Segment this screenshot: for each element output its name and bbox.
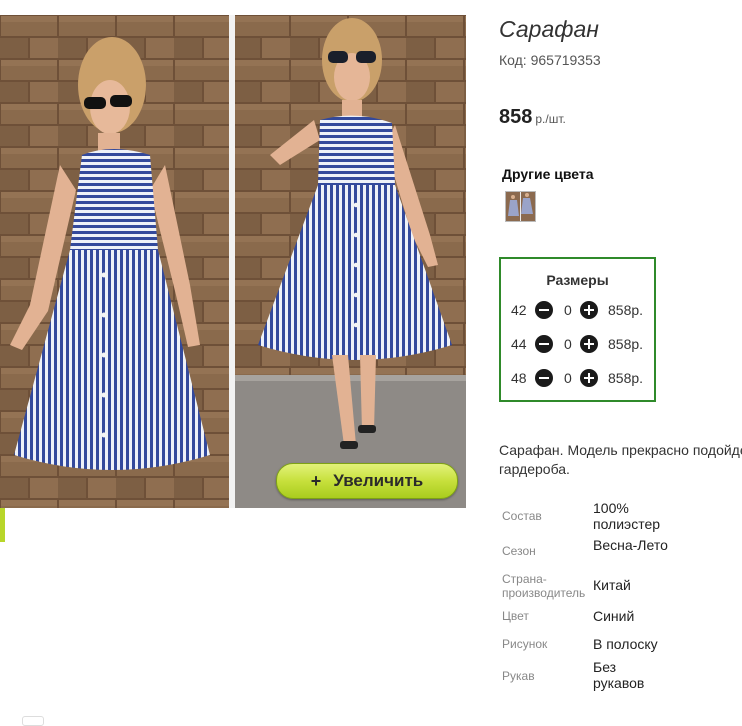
- increase-quantity-icon[interactable]: [580, 301, 598, 319]
- size-price: 858р.: [608, 302, 644, 318]
- spec-value: 100% полиэстер: [593, 500, 661, 532]
- product-code: Код: 965719353: [499, 52, 601, 68]
- increase-quantity-icon[interactable]: [580, 369, 598, 387]
- description-line: гардероба.: [499, 461, 570, 477]
- product-image: [0, 15, 466, 508]
- spec-label: Цвет: [502, 609, 529, 623]
- size-value: 44: [511, 336, 527, 352]
- price-amount: 858: [499, 106, 533, 128]
- sizes-title: Размеры: [546, 272, 609, 288]
- decrease-quantity-icon[interactable]: [535, 369, 553, 387]
- spec-value: Без рукавов: [593, 659, 645, 691]
- size-row: 48 0 858р.: [511, 367, 651, 389]
- gallery-scroll-indicator: [0, 508, 5, 542]
- spec-label: Рукав: [502, 669, 535, 683]
- spec-label: Сезон: [502, 544, 536, 558]
- increase-quantity-icon[interactable]: [580, 335, 598, 353]
- product-price: 858 р./шт.: [499, 106, 566, 129]
- dress-thumbnail-icon: [506, 192, 535, 221]
- zoom-button-label: Увеличить: [333, 471, 424, 490]
- footer-edge: [22, 716, 44, 726]
- spec-value: Синий: [593, 608, 635, 624]
- description-line: Сарафан. Модель прекрасно подойдет: [499, 442, 742, 458]
- other-colors-title: Другие цвета: [502, 166, 594, 182]
- spec-label: Состав: [502, 509, 542, 523]
- zoom-button[interactable]: + Увеличить: [276, 463, 458, 499]
- size-row: 44 0 858р.: [511, 333, 651, 355]
- spec-value: Китай: [593, 577, 631, 593]
- spec-value: В полоску: [593, 636, 658, 652]
- plus-icon: +: [310, 470, 322, 491]
- spec-label: Страна-производитель: [502, 572, 586, 600]
- sizes-panel: Размеры 42 0 858р. 44 0 858р. 48 0 858р.: [499, 257, 656, 402]
- product-title: Сарафан: [499, 16, 599, 42]
- price-unit: р./шт.: [535, 112, 566, 126]
- size-price: 858р.: [608, 336, 644, 352]
- size-quantity: 0: [564, 302, 572, 318]
- size-value: 42: [511, 302, 527, 318]
- size-quantity: 0: [564, 336, 572, 352]
- size-price: 858р.: [608, 370, 644, 386]
- product-description: Сарафан. Модель прекрасно подойдет гарде…: [499, 441, 742, 481]
- decrease-quantity-icon[interactable]: [535, 335, 553, 353]
- decrease-quantity-icon[interactable]: [535, 301, 553, 319]
- size-value: 48: [511, 370, 527, 386]
- spec-label: Рисунок: [502, 637, 548, 651]
- color-variant-thumbnail[interactable]: [505, 191, 536, 222]
- product-photo[interactable]: [0, 15, 466, 508]
- size-row: 42 0 858р.: [511, 299, 651, 321]
- size-quantity: 0: [564, 370, 572, 386]
- spec-value: Весна-Лето: [593, 537, 668, 553]
